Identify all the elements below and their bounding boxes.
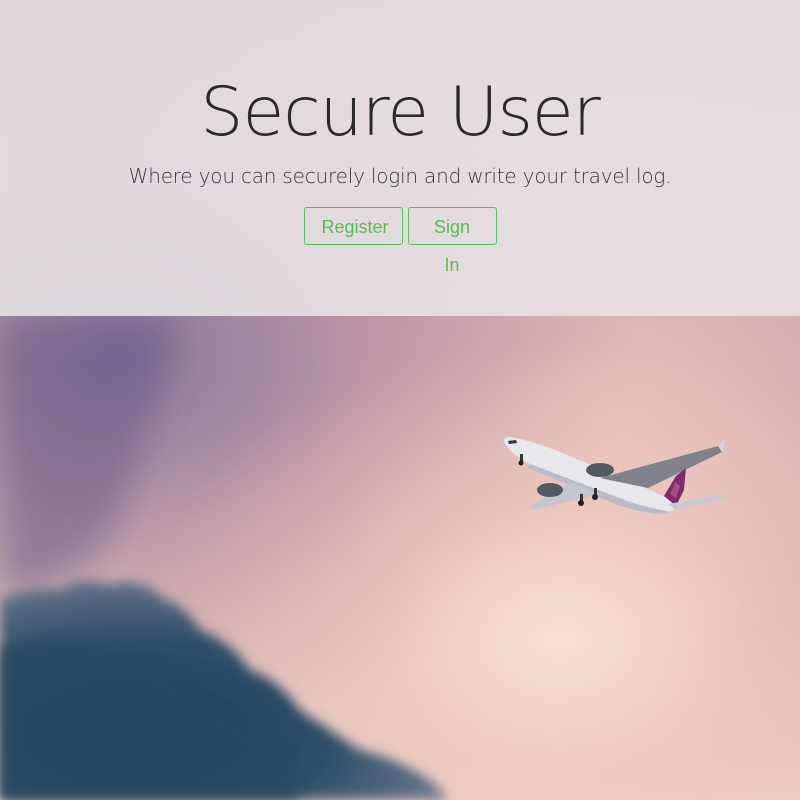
auth-button-group: Register Sign In (303, 207, 497, 275)
register-button[interactable]: Register (303, 207, 403, 245)
page-title: Secure User (200, 73, 600, 152)
airplane-image (503, 437, 728, 514)
page: Secure User Where you can securely login… (0, 0, 800, 800)
sign-in-button[interactable]: Sign In (407, 207, 497, 275)
page-subtitle: Where you can securely login and write y… (128, 164, 672, 188)
hero-jumbotron: Secure User Where you can securely login… (0, 0, 800, 316)
